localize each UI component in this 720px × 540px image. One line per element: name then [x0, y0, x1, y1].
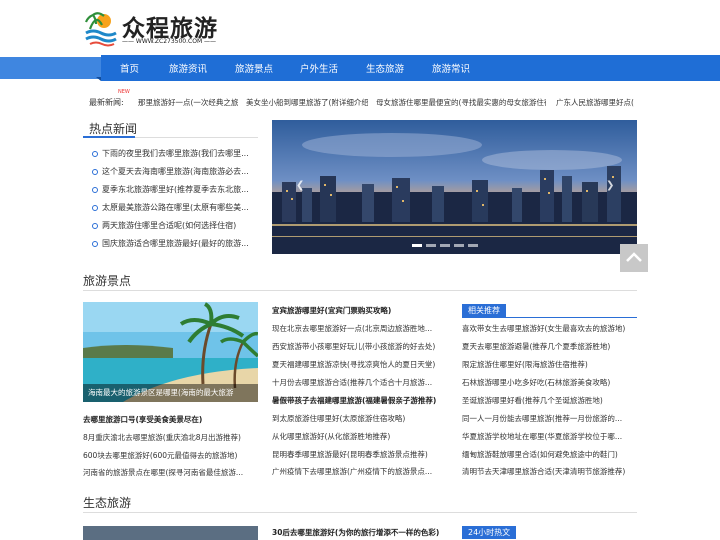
related-item[interactable]: 清明节去天津哪里旅游合适(天津清明节旅游推荐)	[462, 466, 638, 477]
hot-news-item[interactable]: 这个夏天去海南哪里旅游(海南旅游必去...	[92, 166, 252, 177]
related-item[interactable]: 同一人一月份能去哪里旅游(推荐一月份旅游的...	[462, 413, 638, 424]
nav-home[interactable]: 首页	[120, 61, 139, 75]
chevron-up-icon	[626, 252, 642, 262]
section-underline	[83, 136, 135, 138]
scenic-mid-item[interactable]: 从化哪里旅游好(从化旅游胜地推荐)	[272, 431, 450, 442]
chevron-left-icon[interactable]: ❮	[296, 180, 304, 191]
eco-item[interactable]: 30后去哪里旅游好(为你的旅行增添不一样的色彩)	[272, 527, 452, 538]
related-item[interactable]: 华夏旅游学校地址在哪里(华夏旅游学校位于哪...	[462, 431, 638, 442]
hot-news-item[interactable]: 太原最美旅游公路在哪里(太原有哪些美...	[92, 202, 252, 213]
hot-news-item[interactable]: 下雨的夜里我们去哪里旅游(我们去哪里...	[92, 148, 252, 159]
divider	[462, 317, 637, 318]
scenic-mid-item[interactable]: 昆明春季哪里旅游最好(昆明春季旅游景点推荐)	[272, 449, 450, 460]
related-item[interactable]: 圣诞旅游哪里好看(推荐几个圣诞旅游胜地)	[462, 395, 638, 406]
eco-title: 生态旅游	[83, 496, 132, 510]
scenic-mid-item[interactable]: 广州疫情下去哪里旅游(广州疫情下的旅游景点...	[272, 466, 450, 477]
scenic-mid-item[interactable]: 夏天福建哪里旅游凉快(寻找凉爽怡人的夏日天堂)	[272, 359, 450, 370]
nav-eco-tourism[interactable]: 生态旅游	[366, 61, 404, 75]
related-item[interactable]: 限定旅游住哪里好(限海旅游住宿推荐)	[462, 359, 638, 370]
hot-news-title: 热点新闻	[89, 122, 138, 136]
related-title: 相关推荐	[462, 304, 506, 317]
hot-news-item[interactable]: 两天旅游住哪里合适呢(如何选择住宿)	[92, 220, 252, 231]
scenic-mid-item[interactable]: 西安旅游带小孩哪里好玩儿(带小孩旅游的好去处)	[272, 341, 450, 352]
carousel-dots	[412, 240, 482, 250]
nav-scenic-spots[interactable]: 旅游景点	[235, 61, 273, 75]
city-night-image	[272, 120, 637, 254]
scenic-photo[interactable]: 海南最大的旅游景区是哪里(海南的最大旅游	[83, 302, 258, 402]
related-item[interactable]: 缅甸旅游鞋放哪里合适(如何避免旅途中的鞋门)	[462, 449, 638, 460]
divider	[83, 512, 637, 513]
nav-travel-tips[interactable]: 旅游常识	[432, 61, 470, 75]
chevron-right-icon[interactable]: ❯	[606, 180, 614, 191]
related-item[interactable]: 喜欢带女生去哪里旅游好(女生最喜欢去的旅游地)	[462, 323, 638, 334]
site-subtitle: —— WWW.ZC273500.COM ——	[122, 38, 217, 45]
carousel-dot[interactable]	[412, 244, 422, 247]
scenic-mid-item[interactable]: 到太原旅游住哪里好(太原旅游住宿攻略)	[272, 413, 450, 424]
hot-news-item[interactable]: 国庆旅游适合哪里旅游最好(最好的旅游...	[92, 238, 252, 249]
carousel-dot[interactable]	[468, 244, 478, 247]
eco-photo[interactable]	[83, 526, 258, 540]
island-logo-icon	[84, 12, 117, 47]
banner-carousel[interactable]: ❮ ❯	[272, 120, 637, 254]
scenic-mid-item[interactable]: 暑假带孩子去福建哪里旅游(福建暑假亲子游推荐)	[272, 395, 450, 406]
scenic-title: 旅游景点	[83, 274, 132, 288]
back-to-top-button[interactable]	[620, 244, 648, 272]
new-badge: NEW	[118, 89, 130, 95]
nav-fold	[96, 77, 101, 81]
divider	[83, 290, 637, 291]
ticker-item[interactable]: 那里旅游好一点(一次经典之旅)	[138, 97, 238, 108]
scenic-left-item[interactable]: 河南省的旅游景点在哪里(探寻河南省最佳旅游...	[83, 467, 258, 478]
ticker-item[interactable]: 美女坐小船到哪里旅游了(附详细介绍)	[246, 97, 368, 108]
nav-travel-news[interactable]: 旅游资讯	[169, 61, 207, 75]
related-item[interactable]: 夏天去哪里旅游避暑(推荐几个夏季旅游胜地)	[462, 341, 638, 352]
scenic-mid-item[interactable]: 现在北京去哪里旅游好一点(北京周边旅游胜地...	[272, 323, 450, 334]
ticker-item[interactable]: 母女旅游住哪里最便宜的(寻找最实惠的母女旅游住宿)	[376, 97, 546, 108]
carousel-dot[interactable]	[454, 244, 464, 247]
scenic-left-item[interactable]: 8月重庆渝北去哪里旅游(重庆渝北8月出游推荐)	[83, 432, 258, 443]
scenic-left-item[interactable]: 去哪里旅游口号(享受美食美景尽在)	[83, 414, 258, 425]
hot-24h-title: 24小时热文	[462, 526, 517, 539]
carousel-dot[interactable]	[440, 244, 450, 247]
related-item[interactable]: 石林旅游哪里小吃多好吃(石林旅游美食攻略)	[462, 377, 638, 388]
carousel-dot[interactable]	[426, 244, 436, 247]
nav-outdoor-life[interactable]: 户外生活	[300, 61, 338, 75]
scenic-mid-item[interactable]: 宜宾旅游哪里好(宜宾门票购买攻略)	[272, 305, 450, 316]
photo-caption[interactable]: 海南最大的旅游景区是哪里(海南的最大旅游	[83, 384, 258, 402]
site-logo[interactable]: 众程旅游 —— WWW.ZC273500.COM ——	[84, 7, 234, 47]
scenic-mid-item[interactable]: 十月份去哪里旅游合适(推荐几个适合十月旅游...	[272, 377, 450, 388]
scenic-left-item[interactable]: 600块去哪里旅游好(600元最值得去的旅游地)	[83, 450, 258, 461]
hot-news-item[interactable]: 夏季东北旅游哪里好(推荐夏季去东北旅...	[92, 184, 252, 195]
ticker-item[interactable]: 广东人民旅游哪里好点(广	[556, 97, 634, 108]
ticker-label: 最新新闻:	[89, 98, 124, 107]
